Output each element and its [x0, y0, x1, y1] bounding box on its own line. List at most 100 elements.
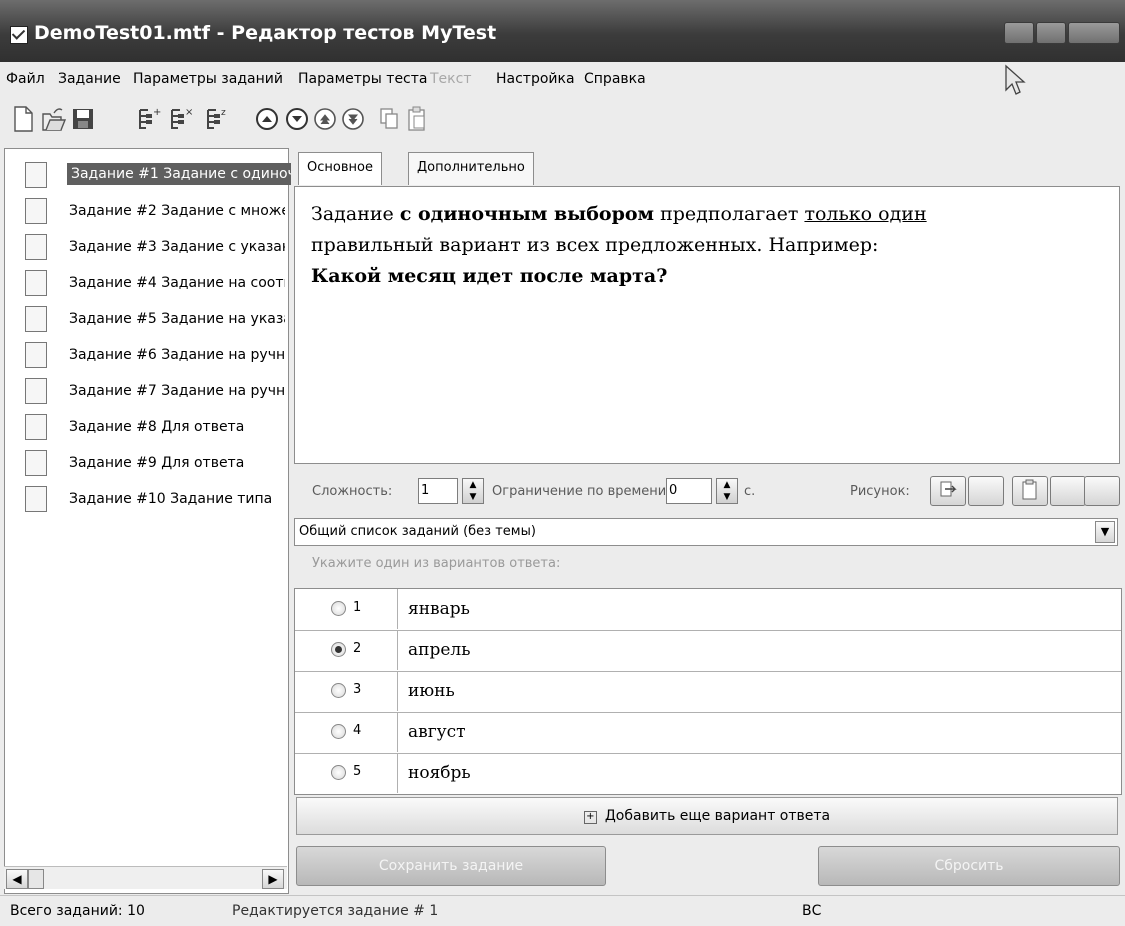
answer-radio-1[interactable]: [331, 601, 346, 616]
answer-radio-5[interactable]: [331, 765, 346, 780]
move-up-icon[interactable]: [254, 104, 280, 134]
answer-number: 3: [353, 682, 362, 697]
toolbar: + × z: [0, 96, 1125, 146]
maximize-button[interactable]: [1036, 22, 1066, 44]
answer-number: 4: [353, 723, 362, 738]
task-label: Задание #4 Задание на соответствие: [69, 275, 285, 291]
answer-text-5[interactable]: ноябрь: [397, 753, 1119, 793]
answer-text-3[interactable]: июнь: [397, 671, 1119, 711]
task-settings-icon[interactable]: z: [204, 104, 230, 134]
task-item-6[interactable]: Задание #6 Задание на ручной ввод числа: [11, 337, 287, 373]
delete-task-icon[interactable]: ×: [168, 104, 194, 134]
task-label: Задание #6 Задание на ручной ввод числа: [69, 347, 285, 363]
task-item-10[interactable]: Задание #10 Задание типа: [11, 481, 287, 517]
task-item-4[interactable]: Задание #4 Задание на соответствие: [11, 265, 287, 301]
answer-text-2[interactable]: апрель: [397, 630, 1119, 670]
task-params-row: Сложность: 1 ▲ ▼ Ограничение по времени: …: [294, 472, 1120, 512]
svg-text:z: z: [221, 108, 226, 118]
menu-task[interactable]: Задание: [58, 71, 121, 87]
task-label: Задание #2 Задание с множественным выбор…: [69, 203, 285, 219]
paste-icon[interactable]: [404, 104, 430, 134]
task-item-3[interactable]: Задание #3 Задание с указанием порядка: [11, 229, 287, 265]
task-list: Задание #1 Задание с одиночным выбором З…: [4, 148, 291, 894]
number-input-icon: [25, 342, 47, 368]
difficulty-spinner[interactable]: ▲ ▼: [462, 478, 484, 504]
text-input-icon: [25, 378, 47, 404]
scroll-left-icon[interactable]: ◀: [6, 869, 28, 889]
status-bar: Всего заданий: 10 Редактируется задание …: [0, 895, 1125, 926]
sequence-icon: [25, 450, 47, 476]
multi-choice-icon: [25, 198, 47, 224]
question-editor[interactable]: Задание с одиночным выбором предполагает…: [294, 186, 1120, 464]
theme-select[interactable]: Общий список заданий (без темы) ▼: [294, 518, 1118, 546]
chevron-down-icon[interactable]: ▼: [1095, 521, 1115, 543]
answer-text-4[interactable]: август: [397, 712, 1119, 752]
task-label: Задание #7 Задание на ручной ввод текста: [69, 383, 285, 399]
match-icon: [25, 270, 47, 296]
menu-task-params[interactable]: Параметры заданий: [133, 71, 283, 87]
answer-radio-2[interactable]: [331, 642, 346, 657]
task-item-5[interactable]: Задание #5 Задание на указание истинност…: [11, 301, 287, 337]
close-button[interactable]: [1068, 22, 1120, 44]
open-file-icon[interactable]: [40, 104, 66, 134]
question-line-1: Задание с одиночным выбором предполагает…: [311, 203, 927, 225]
answer-radio-4[interactable]: [331, 724, 346, 739]
picture-option-button[interactable]: [1050, 476, 1086, 506]
task-item-7[interactable]: Задание #7 Задание на ручной ввод текста: [11, 373, 287, 409]
task-item-9[interactable]: Задание #9 Для ответа: [11, 445, 287, 481]
menu-text[interactable]: Текст: [430, 71, 471, 87]
app-icon: [10, 26, 28, 44]
menu-settings[interactable]: Настройка: [496, 71, 575, 87]
time-limit-spinner[interactable]: ▲ ▼: [716, 478, 738, 504]
image-area-icon: [25, 414, 47, 440]
answer-number: 5: [353, 764, 362, 779]
answer-hint: Укажите один из вариантов ответа:: [312, 556, 561, 571]
task-list-scrollbar[interactable]: ◀ ▶: [4, 866, 287, 889]
scroll-thumb[interactable]: [28, 869, 44, 889]
add-task-icon[interactable]: +: [136, 104, 162, 134]
move-top-icon[interactable]: [312, 104, 338, 134]
task-item-1[interactable]: Задание #1 Задание с одиночным выбором: [11, 157, 291, 193]
menu-help[interactable]: Справка: [584, 71, 646, 87]
task-item-8[interactable]: Задание #8 Для ответа: [11, 409, 287, 445]
picture-extra-button[interactable]: [1084, 476, 1120, 506]
tab-main[interactable]: Основное: [298, 152, 382, 185]
minimize-button[interactable]: [1004, 22, 1034, 44]
question-line-3: Какой месяц идет после марта?: [311, 265, 668, 287]
save-task-button[interactable]: Сохранить задание: [296, 846, 606, 886]
single-choice-icon: [25, 162, 47, 188]
clear-picture-button[interactable]: [968, 476, 1004, 506]
status-editing: Редактируется задание # 1: [232, 903, 439, 919]
answer-text-1[interactable]: январь: [397, 589, 1119, 629]
answer-radio-3[interactable]: [331, 683, 346, 698]
menu-file[interactable]: Файл: [6, 71, 45, 87]
time-limit-input[interactable]: 0: [666, 478, 712, 504]
task-item-2[interactable]: Задание #2 Задание с множественным выбор…: [11, 193, 287, 229]
order-icon: [25, 234, 47, 260]
scroll-right-icon[interactable]: ▶: [262, 869, 284, 889]
difficulty-input[interactable]: 1: [418, 478, 458, 504]
move-bottom-icon[interactable]: [340, 104, 366, 134]
svg-text:×: ×: [185, 107, 193, 118]
status-total: Всего заданий: 10: [10, 903, 145, 919]
title-bar: DemoTest01.mtf - Редактор тестов MyTest: [0, 0, 1125, 62]
menu-bar: Файл Задание Параметры заданий Параметры…: [0, 62, 1125, 96]
load-picture-button[interactable]: [930, 476, 966, 506]
picture-label: Рисунок:: [850, 484, 910, 499]
move-down-icon[interactable]: [284, 104, 310, 134]
tab-additional[interactable]: Дополнительно: [408, 152, 534, 185]
difficulty-label: Сложность:: [312, 484, 393, 499]
answer-row-1: 1 январь: [295, 589, 1121, 631]
reset-button[interactable]: Сбросить: [818, 846, 1120, 886]
save-icon[interactable]: [70, 104, 96, 134]
load-picture-icon: [940, 481, 957, 497]
add-answer-button[interactable]: + Добавить еще вариант ответа: [296, 797, 1118, 835]
paste-picture-button[interactable]: [1012, 476, 1048, 506]
status-mode: ВС: [802, 903, 822, 919]
truth-icon: [25, 306, 47, 332]
task-label: Задание #9 Для ответа: [69, 455, 245, 471]
new-file-icon[interactable]: [10, 104, 36, 134]
menu-test-params[interactable]: Параметры теста: [298, 71, 428, 87]
copy-icon[interactable]: [376, 104, 402, 134]
window-title: DemoTest01.mtf - Редактор тестов MyTest: [34, 22, 497, 44]
